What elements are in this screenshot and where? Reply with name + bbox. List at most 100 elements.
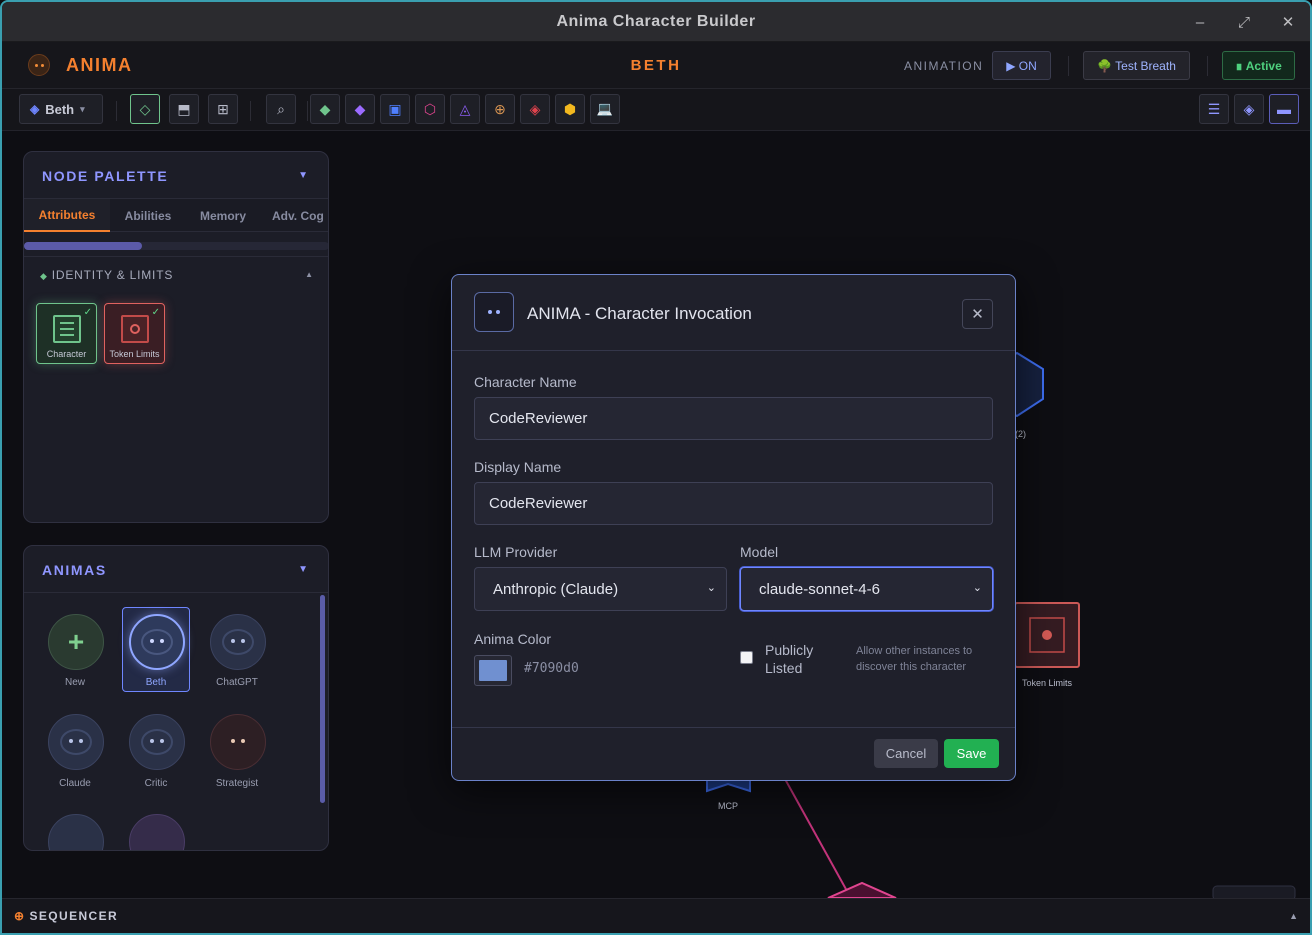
- anima-label: Strategist: [215, 778, 259, 789]
- anima-color-picker[interactable]: [474, 655, 512, 686]
- section-title: IDENTITY & LIMITS: [51, 268, 174, 282]
- chevron-down-icon: ⌄: [706, 582, 716, 594]
- anima-face-icon: [474, 292, 514, 332]
- ability-node-icon[interactable]: ◆: [345, 94, 375, 124]
- tab-attributes[interactable]: Attributes: [24, 199, 110, 232]
- cancel-button[interactable]: Cancel: [874, 739, 938, 768]
- window-title: Anima Character Builder: [556, 12, 756, 30]
- grid-icon[interactable]: ⊞: [208, 94, 238, 124]
- anima-avatar-claude[interactable]: [48, 714, 104, 770]
- chevron-down-icon[interactable]: ▼: [298, 564, 308, 575]
- red-diamond-node-icon[interactable]: ◈: [520, 94, 550, 124]
- chevron-down-icon: ▾: [80, 103, 85, 114]
- anima-avatar-beth[interactable]: [129, 614, 185, 670]
- divider: [24, 256, 328, 257]
- layout-top-icon[interactable]: ⬒: [169, 94, 199, 124]
- select-tool-icon[interactable]: ◇: [130, 94, 160, 124]
- close-icon[interactable]: ✕: [962, 299, 993, 329]
- anima-label: ChatGPT: [216, 677, 258, 688]
- brand-name: ANIMA: [66, 55, 133, 75]
- status-active-badge[interactable]: ∎ Active: [1222, 51, 1295, 80]
- memory-node-label: (2): [1015, 429, 1026, 439]
- chevron-up-icon[interactable]: ▲: [305, 270, 313, 279]
- sequencer-bar[interactable]: ⊕ SEQUENCER ▲: [2, 898, 1310, 933]
- anima-avatar-chatgpt[interactable]: [210, 614, 266, 670]
- chevron-down-icon: ⌄: [972, 582, 982, 594]
- chevron-up-icon[interactable]: ▲: [1289, 911, 1298, 921]
- anima-label: Beth: [145, 677, 167, 688]
- search-icon[interactable]: ⌕: [266, 94, 296, 124]
- dialog-title: ANIMA - Character Invocation: [527, 304, 752, 323]
- target-node-icon[interactable]: ⊕: [485, 94, 515, 124]
- anima-face-icon: [222, 629, 254, 655]
- diamond-icon: ◆: [40, 271, 48, 281]
- divider: [1207, 56, 1208, 76]
- anima-selector-dropdown[interactable]: ◈ Beth ▾: [19, 94, 103, 124]
- chevron-down-icon[interactable]: ▼: [298, 170, 308, 181]
- plus-icon: +: [67, 626, 85, 657]
- animas-scrollbar[interactable]: [320, 595, 325, 803]
- close-window-icon[interactable]: ✕: [1276, 10, 1300, 34]
- memory-node-icon[interactable]: ▣: [380, 94, 410, 124]
- display-name-label: Display Name: [474, 459, 562, 475]
- divider: [1068, 56, 1069, 76]
- anima-avatar-strategist[interactable]: [210, 714, 266, 770]
- character-invocation-dialog: ANIMA - Character Invocation ✕ Character…: [451, 274, 1016, 781]
- anima-face-icon: [60, 729, 92, 755]
- mcp-node-label: MCP: [718, 801, 738, 811]
- divider: [452, 727, 1015, 728]
- divider: [250, 101, 251, 121]
- scrollbar-thumb[interactable]: [320, 595, 325, 803]
- tile-label: Token Limits: [109, 349, 160, 359]
- save-button[interactable]: Save: [944, 739, 999, 768]
- identity-limits-section-header[interactable]: ◆ IDENTITY & LIMITS: [40, 268, 173, 282]
- anima-face-icon: [141, 629, 173, 655]
- attribute-node-icon[interactable]: ◆: [310, 94, 340, 124]
- tab-adv-cog[interactable]: Adv. Cog: [262, 199, 328, 232]
- animation-toggle-button[interactable]: ▶ ON: [992, 51, 1051, 80]
- triangle-node-icon[interactable]: ◬: [450, 94, 480, 124]
- character-node-tile[interactable]: ✓ Character: [36, 303, 97, 364]
- diamond-view-icon[interactable]: ◈: [1234, 94, 1264, 124]
- palette-tabs-scrollbar[interactable]: [24, 242, 328, 250]
- animation-label: ANIMATION: [904, 59, 984, 73]
- anima-avatar[interactable]: [48, 814, 104, 850]
- app-header: ANIMA BETH ANIMATION ▶ ON 🌳 Test Breath …: [2, 42, 1310, 89]
- anima-color-hex: #7090d0: [524, 661, 579, 676]
- toolbar: ◈ Beth ▾ ◇ ⬒ ⊞ ⌕ ◆ ◆ ▣ ⬡ ◬ ⊕ ◈ ⬢ 💻 ☰ ◈ ▬: [2, 89, 1310, 131]
- character-name-field[interactable]: [474, 397, 993, 440]
- anima-color-label: Anima Color: [474, 631, 552, 647]
- new-anima-button[interactable]: +: [48, 614, 104, 670]
- tab-abilities[interactable]: Abilities: [112, 199, 184, 232]
- model-value: claude-sonnet-4-6: [759, 580, 880, 598]
- model-select[interactable]: claude-sonnet-4-6 ⌄: [740, 567, 993, 611]
- token-limits-node-label: Token Limits: [1022, 678, 1073, 688]
- divider: [24, 592, 328, 593]
- app-window: Anima Character Builder – ⤢ ✕ ANIMA BETH…: [0, 0, 1312, 935]
- llm-provider-value: Anthropic (Claude): [493, 580, 619, 598]
- test-breath-button[interactable]: 🌳 Test Breath: [1083, 51, 1190, 80]
- minimize-icon[interactable]: –: [1188, 10, 1212, 34]
- tab-memory[interactable]: Memory: [186, 199, 260, 232]
- diamond-icon: ◈: [30, 102, 40, 116]
- hexagon-node-icon[interactable]: ⬡: [415, 94, 445, 124]
- animas-title: ANIMAS: [42, 562, 107, 578]
- anima-avatar-critic[interactable]: [129, 714, 185, 770]
- computer-node-icon[interactable]: 💻: [590, 94, 620, 124]
- display-name-field[interactable]: [474, 482, 993, 525]
- list-view-icon[interactable]: ☰: [1199, 94, 1229, 124]
- maximize-icon[interactable]: ⤢: [1232, 10, 1256, 34]
- anima-label: Claude: [59, 778, 91, 789]
- character-name-label: Character Name: [474, 374, 577, 390]
- llm-provider-select[interactable]: Anthropic (Claude) ⌄: [474, 567, 727, 611]
- scrollbar-thumb[interactable]: [24, 242, 142, 250]
- publicly-listed-checkbox[interactable]: [740, 651, 753, 664]
- model-label: Model: [740, 544, 779, 560]
- panel-view-icon[interactable]: ▬: [1269, 94, 1299, 124]
- llm-provider-label: LLM Provider: [474, 544, 558, 560]
- anima-avatar[interactable]: [129, 814, 185, 850]
- palette-tabs: Attributes Abilities Memory Adv. Cog: [24, 198, 328, 232]
- token-limits-node-tile[interactable]: ✓ Token Limits: [104, 303, 165, 364]
- hex-gold-node-icon[interactable]: ⬢: [555, 94, 585, 124]
- publicly-listed-label[interactable]: Publicly Listed: [765, 641, 835, 677]
